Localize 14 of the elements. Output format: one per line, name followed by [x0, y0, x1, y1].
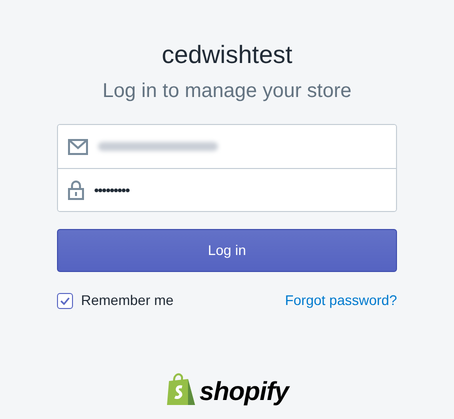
- remember-label: Remember me: [81, 291, 174, 310]
- check-icon: [60, 296, 70, 304]
- mail-icon: [68, 138, 88, 154]
- email-field[interactable]: [58, 125, 396, 168]
- shopping-bag-icon: [166, 372, 196, 406]
- store-name: cedwishtest: [162, 40, 292, 70]
- password-value: •••••••••: [94, 180, 130, 200]
- forgot-password-link[interactable]: Forgot password?: [284, 290, 397, 311]
- subtitle: Log in to manage your store: [102, 79, 352, 104]
- remember-checkbox[interactable]: [57, 292, 73, 308]
- password-field[interactable]: •••••••••: [58, 168, 396, 211]
- login-button[interactable]: Log in: [57, 229, 397, 272]
- shopify-wordmark: shopify: [200, 376, 288, 406]
- lock-icon: [68, 180, 84, 200]
